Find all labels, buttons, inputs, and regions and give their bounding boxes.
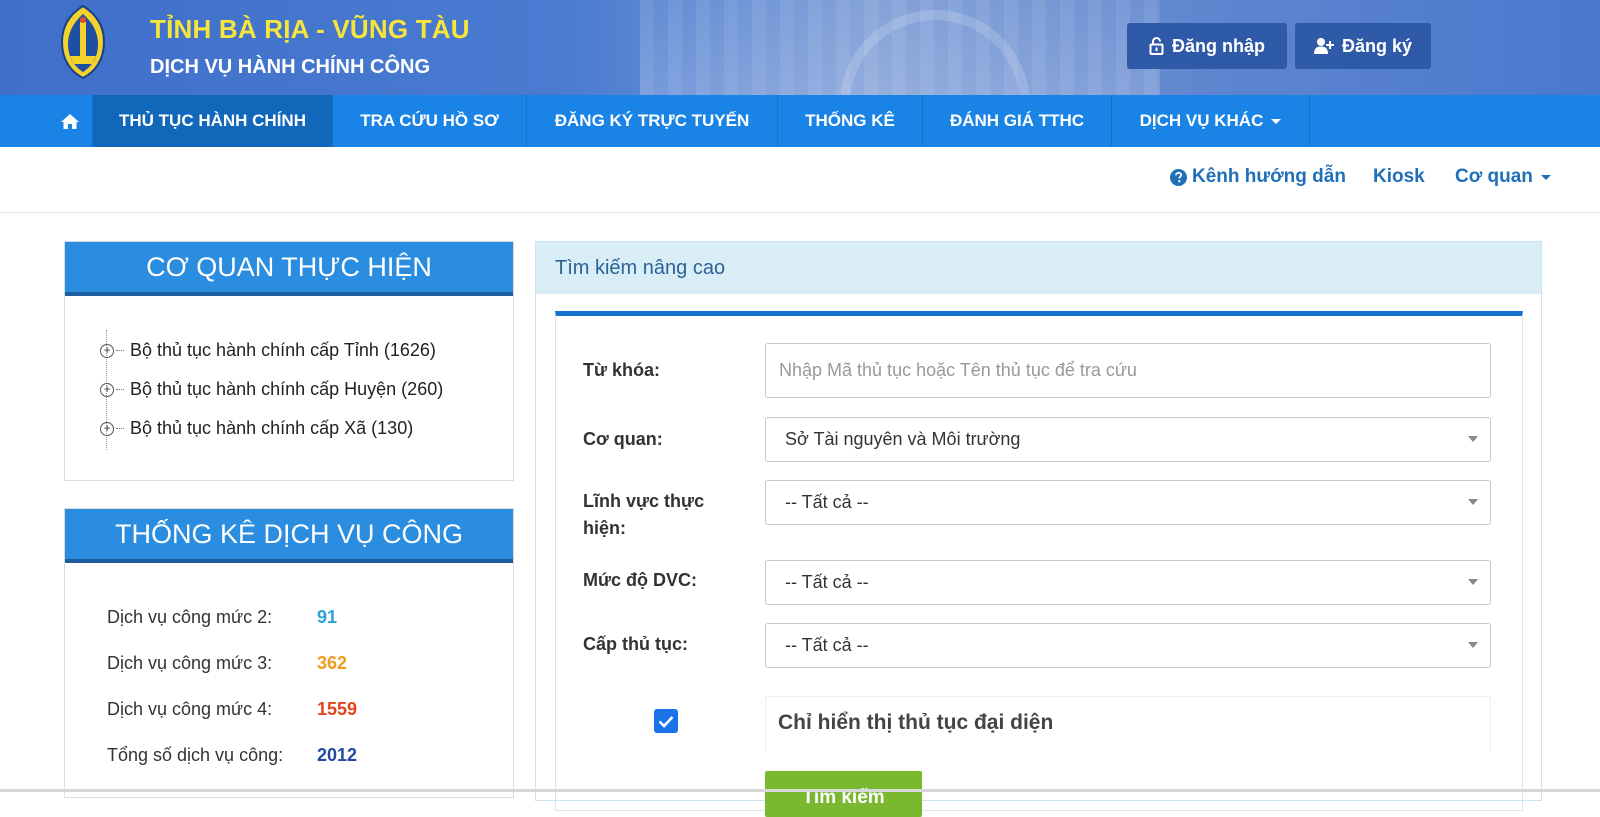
portal-subtitle: DỊCH VỤ HÀNH CHÍNH CÔNG (150, 56, 430, 78)
nav-label: THỐNG KÊ (805, 111, 895, 130)
home-icon (61, 113, 79, 129)
agency-label: Cơ quan (1455, 166, 1533, 187)
kiosk-label: Kiosk (1373, 166, 1425, 187)
register-label: Đăng ký (1341, 35, 1413, 56)
tree-item-label[interactable]: Bộ thủ tục hành chính cấp Tỉnh (1626) (130, 340, 436, 361)
province-logo[interactable] (56, 4, 110, 80)
representative-checkbox[interactable] (654, 709, 678, 733)
agency-dropdown[interactable]: Cơ quan (1455, 162, 1551, 192)
province-title: TỈNH BÀ RỊA - VŨNG TÀU (150, 14, 470, 44)
login-label: Đăng nhập (1172, 35, 1265, 56)
nav-label: ĐÁNH GIÁ TTHC (949, 111, 1085, 130)
agency-select[interactable]: Sở Tài nguyên và Môi trường (765, 417, 1491, 462)
nav-administrative-procedures[interactable]: THỦ TỤC HÀNH CHÍNH (93, 95, 333, 147)
nav-other-services[interactable]: DỊCH VỤ KHÁC (1112, 95, 1310, 147)
question-circle-icon (1170, 168, 1187, 186)
tree-branch (116, 350, 124, 351)
search-button[interactable]: Tìm kiếm (765, 771, 922, 817)
nav-label: DỊCH VỤ KHÁC (1139, 111, 1264, 130)
guide-label: Kênh hướng dẫn (1192, 166, 1346, 187)
guide-channel-link[interactable]: Kênh hướng dẫn (1170, 162, 1346, 192)
field-select-label: Lĩnh vực thực hiện: (583, 491, 705, 538)
expand-icon[interactable]: + (100, 382, 114, 397)
tier-select[interactable]: -- Tất cả -- (765, 623, 1491, 668)
search-form: Từ khóa: Nhập Mã thủ tục hoặc Tên thủ tụ… (555, 311, 1523, 817)
tier-select-value: -- Tất cả -- (785, 635, 869, 655)
agency-panel-title: CƠ QUAN THỰC HIỆN (65, 242, 513, 296)
nav-label: THỦ TỤC HÀNH CHÍNH (119, 111, 306, 130)
tree-item[interactable]: + Bộ thủ tục hành chính cấp Xã (130) (100, 418, 413, 439)
agency-select-label: Cơ quan: (583, 429, 663, 449)
expand-icon[interactable]: + (100, 421, 114, 436)
unlock-icon (1149, 37, 1164, 55)
advanced-search-title: Tìm kiếm nâng cao (536, 242, 1541, 294)
kiosk-link[interactable]: Kiosk (1373, 162, 1425, 192)
statistics-panel-title: THỐNG KÊ DỊCH VỤ CÔNG (65, 509, 513, 563)
stat-label: Dịch vụ công mức 3: (107, 653, 273, 673)
caret-down-icon (1540, 174, 1551, 180)
tree-item[interactable]: + Bộ thủ tục hành chính cấp Huyện (260) (100, 379, 443, 400)
banner-background-image (640, 0, 1160, 95)
expand-icon[interactable]: + (100, 343, 114, 358)
stat-row: Dịch vụ công mức 2: 91 (107, 607, 337, 628)
check-icon (658, 715, 674, 728)
add-user-icon (1313, 38, 1334, 54)
level-select-label: Mức độ DVC: (583, 570, 698, 590)
nav-online-registration[interactable]: ĐĂNG KÝ TRỰC TUYẾN (527, 95, 778, 147)
caret-down-icon (1271, 118, 1282, 124)
header-banner: TỈNH BÀ RỊA - VŨNG TÀU DỊCH VỤ HÀNH CHÍN… (0, 0, 1600, 95)
nav-procedure-rating[interactable]: ĐÁNH GIÁ TTHC (923, 95, 1112, 147)
login-button[interactable]: Đăng nhập (1127, 23, 1287, 69)
tree-item[interactable]: + Bộ thủ tục hành chính cấp Tỉnh (1626) (100, 340, 436, 361)
tree-item-label[interactable]: Bộ thủ tục hành chính cấp Huyện (260) (130, 379, 443, 400)
stat-value: 362 (317, 653, 348, 673)
stat-row: Dịch vụ công mức 4: 1559 (107, 699, 357, 720)
tier-select-label: Cấp thủ tục: (583, 634, 688, 654)
nav-home[interactable] (48, 95, 93, 147)
stat-row: Tổng số dịch vụ công: 2012 (107, 745, 357, 766)
representative-option: Chỉ hiển thị thủ tục đại diện (765, 696, 1491, 751)
stat-label: Dịch vụ công mức 4: (107, 699, 273, 719)
main-navbar: THỦ TỤC HÀNH CHÍNH TRA CỨU HỒ SƠ ĐĂNG KÝ… (0, 95, 1600, 147)
statistics-panel: THỐNG KÊ DỊCH VỤ CÔNG Dịch vụ công mức 2… (64, 508, 514, 798)
caret-down-icon (1468, 499, 1478, 505)
caret-down-icon (1468, 436, 1478, 442)
level-select[interactable]: -- Tất cả -- (765, 560, 1491, 605)
tree-item-label[interactable]: Bộ thủ tục hành chính cấp Xã (130) (130, 418, 413, 439)
agency-panel: CƠ QUAN THỰC HIỆN + Bộ thủ tục hành chín… (64, 241, 514, 481)
register-button[interactable]: Đăng ký (1295, 23, 1431, 69)
stat-label: Tổng số dịch vụ công: (107, 745, 284, 765)
field-select[interactable]: -- Tất cả -- (765, 480, 1491, 525)
advanced-search-panel: Tìm kiếm nâng cao Từ khóa: Nhập Mã thủ t… (535, 241, 1542, 817)
nav-label: ĐĂNG KÝ TRỰC TUYẾN (554, 111, 750, 130)
representative-label[interactable]: Chỉ hiển thị thủ tục đại diện (778, 711, 1053, 735)
caret-down-icon (1468, 579, 1478, 585)
nav-label: TRA CỨU HỒ SƠ (360, 111, 499, 130)
tree-branch (116, 389, 124, 390)
keyword-input[interactable]: Nhập Mã thủ tục hoặc Tên thủ tục để tra … (765, 343, 1491, 398)
stat-value: 1559 (317, 699, 358, 719)
caret-down-icon (1468, 642, 1478, 648)
agency-select-value: Sở Tài nguyên và Môi trường (785, 429, 1021, 449)
keyword-label: Từ khóa: (583, 360, 661, 380)
nav-record-lookup[interactable]: TRA CỨU HỒ SƠ (333, 95, 527, 147)
stat-label: Dịch vụ công mức 2: (107, 607, 273, 627)
stat-value: 2012 (317, 745, 358, 765)
level-select-value: -- Tất cả -- (785, 572, 869, 592)
tree-branch (116, 428, 124, 429)
nav-statistics[interactable]: THỐNG KÊ (778, 95, 923, 147)
stat-row: Dịch vụ công mức 3: 362 (107, 653, 347, 674)
field-select-value: -- Tất cả -- (785, 492, 869, 512)
secondary-navbar: Kênh hướng dẫn Kiosk Cơ quan (0, 147, 1600, 213)
stat-value: 91 (317, 607, 338, 627)
